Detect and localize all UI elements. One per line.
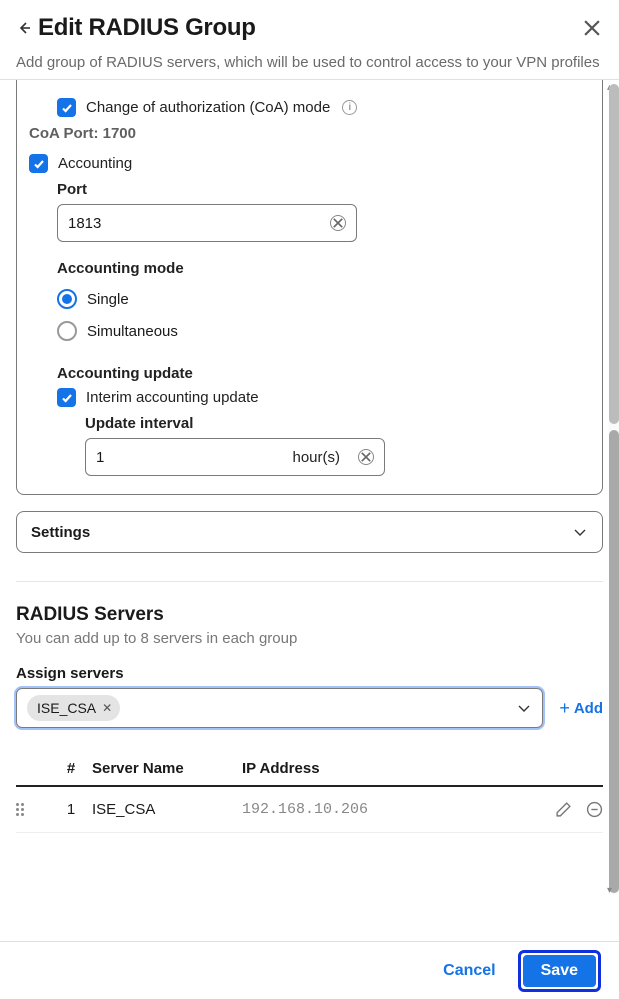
col-num: # bbox=[50, 760, 92, 777]
servers-sub: You can add up to 8 servers in each grou… bbox=[16, 630, 603, 647]
drag-handle-icon[interactable] bbox=[16, 803, 30, 816]
interval-input[interactable]: 1 hour(s) bbox=[85, 438, 385, 476]
col-name: Server Name bbox=[92, 760, 242, 777]
scroll-area: ▴ ▾ Change of authorization (CoA) mode i… bbox=[0, 79, 619, 899]
scrollbar-track bbox=[609, 84, 619, 895]
server-chip: ISE_CSA ✕ bbox=[27, 695, 120, 721]
servers-table: # Server Name IP Address 1 ISE_CSA 192.1… bbox=[16, 752, 603, 833]
interval-value: 1 bbox=[96, 449, 104, 466]
accounting-label: Accounting bbox=[58, 155, 132, 172]
port-input[interactable]: 1813 bbox=[57, 204, 357, 242]
add-button[interactable]: + Add bbox=[559, 698, 603, 719]
row-name: ISE_CSA bbox=[92, 801, 242, 818]
clear-icon[interactable] bbox=[358, 449, 374, 465]
settings-accordion[interactable]: Settings bbox=[16, 511, 603, 553]
accounting-update-label: Accounting update bbox=[57, 365, 590, 382]
config-panel: Change of authorization (CoA) mode i CoA… bbox=[16, 80, 603, 495]
cancel-button[interactable]: Cancel bbox=[431, 954, 507, 988]
coa-port-label: CoA Port: 1700 bbox=[29, 125, 590, 142]
coa-checkbox[interactable] bbox=[57, 98, 76, 117]
page-subtitle: Add group of RADIUS servers, which will … bbox=[16, 52, 603, 73]
radio-simultaneous-label: Simultaneous bbox=[87, 323, 178, 340]
add-label: Add bbox=[574, 700, 603, 717]
chevron-down-icon bbox=[572, 524, 588, 540]
interval-label: Update interval bbox=[85, 415, 590, 432]
dialog-header: Edit RADIUS Group Add group of RADIUS se… bbox=[0, 0, 619, 79]
info-icon[interactable]: i bbox=[342, 100, 357, 115]
interim-label: Interim accounting update bbox=[86, 389, 259, 406]
plus-icon: + bbox=[559, 698, 570, 719]
close-icon[interactable] bbox=[581, 17, 603, 39]
save-button[interactable]: Save bbox=[523, 955, 596, 987]
divider bbox=[16, 581, 603, 582]
chevron-down-icon bbox=[516, 700, 532, 716]
accounting-mode-label: Accounting mode bbox=[57, 260, 590, 277]
servers-heading: RADIUS Servers bbox=[16, 604, 603, 626]
scroll-down-arrow[interactable]: ▾ bbox=[607, 885, 619, 897]
page-title: Edit RADIUS Group bbox=[38, 14, 256, 42]
radio-single[interactable] bbox=[57, 289, 77, 309]
port-label: Port bbox=[57, 181, 590, 198]
interim-checkbox[interactable] bbox=[57, 388, 76, 407]
edit-icon[interactable] bbox=[555, 801, 572, 818]
assign-select[interactable]: ISE_CSA ✕ bbox=[16, 688, 543, 728]
col-ip: IP Address bbox=[242, 760, 533, 777]
clear-icon[interactable] bbox=[330, 215, 346, 231]
save-button-highlight: Save bbox=[518, 950, 601, 992]
row-num: 1 bbox=[50, 801, 92, 818]
scrollbar-thumb-bottom[interactable] bbox=[609, 430, 619, 893]
table-row: 1 ISE_CSA 192.168.10.206 bbox=[16, 787, 603, 833]
remove-icon[interactable] bbox=[586, 801, 603, 818]
port-value: 1813 bbox=[68, 215, 101, 232]
radio-simultaneous[interactable] bbox=[57, 321, 77, 341]
interval-unit: hour(s) bbox=[292, 449, 340, 466]
back-arrow-icon[interactable] bbox=[16, 20, 32, 36]
radio-single-label: Single bbox=[87, 291, 129, 308]
assign-label: Assign servers bbox=[16, 665, 603, 682]
chip-remove-icon[interactable]: ✕ bbox=[102, 701, 112, 715]
row-ip: 192.168.10.206 bbox=[242, 801, 533, 818]
coa-label: Change of authorization (CoA) mode bbox=[86, 99, 330, 116]
settings-label: Settings bbox=[31, 524, 90, 541]
chip-label: ISE_CSA bbox=[37, 700, 96, 716]
dialog-footer: Cancel Save bbox=[0, 941, 619, 999]
accounting-checkbox[interactable] bbox=[29, 154, 48, 173]
scrollbar-thumb-top[interactable] bbox=[609, 84, 619, 424]
